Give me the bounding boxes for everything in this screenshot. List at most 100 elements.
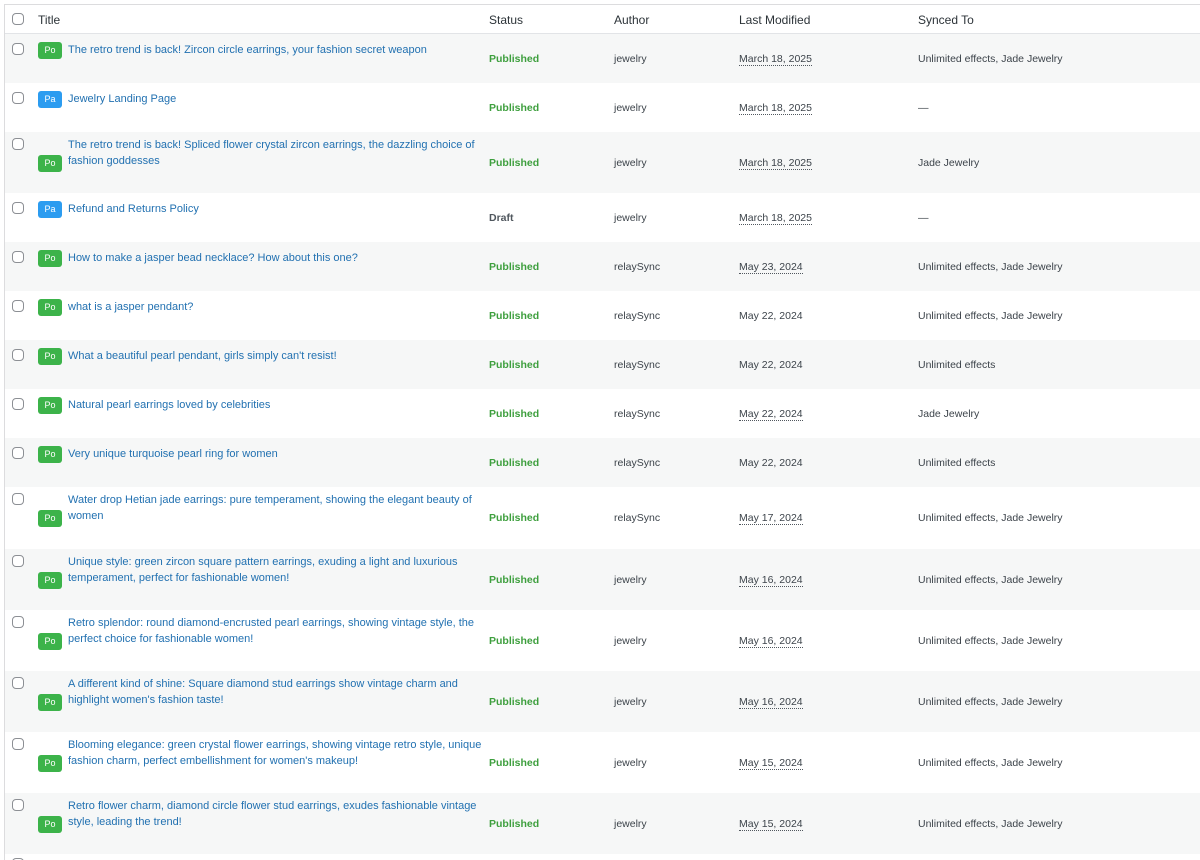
table-row: Po Very unique turquoise pearl ring for w…: [5, 438, 1200, 487]
row-checkbox[interactable]: [12, 677, 24, 689]
row-checkbox[interactable]: [12, 349, 24, 361]
column-header-last-modified[interactable]: Last Modified: [739, 13, 810, 27]
table-row: Pa Refund and Returns Policy Draft jewelry M…: [5, 193, 1200, 242]
status-badge: Published: [489, 457, 540, 469]
select-all-checkbox[interactable]: [12, 13, 24, 25]
row-checkbox[interactable]: [12, 799, 24, 811]
row-title-link[interactable]: The retro trend is back! Zircon circle e…: [68, 43, 488, 59]
row-checkbox[interactable]: [12, 398, 24, 410]
row-checkbox[interactable]: [12, 616, 24, 628]
row-checkbox[interactable]: [12, 447, 24, 459]
post-type-icon: Po: [38, 348, 62, 365]
row-title-link[interactable]: How to make a jasper bead necklace? How …: [68, 251, 488, 267]
row-author: jewelry: [614, 102, 647, 114]
post-type-icon: Po: [38, 633, 62, 650]
row-title-link[interactable]: Very unique turquoise pearl ring for wom…: [68, 447, 488, 463]
post-type-icon: Po: [38, 155, 62, 172]
row-synced-to: Unlimited effects, Jade Jewelry: [918, 574, 1063, 586]
row-title-link[interactable]: Retro flower charm, diamond circle flowe…: [68, 799, 488, 830]
row-checkbox[interactable]: [12, 493, 24, 505]
row-author: relaySync: [614, 359, 661, 371]
row-checkbox[interactable]: [12, 202, 24, 214]
row-synced-to: Unlimited effects, Jade Jewelry: [918, 261, 1063, 273]
row-last-modified: May 16, 2024: [739, 696, 803, 709]
row-checkbox[interactable]: [12, 555, 24, 567]
row-synced-to: Unlimited effects, Jade Jewelry: [918, 512, 1063, 524]
status-badge: Published: [489, 359, 540, 371]
row-last-modified: May 17, 2024: [739, 512, 803, 525]
row-title-link[interactable]: Refund and Returns Policy: [68, 202, 488, 218]
row-title-link[interactable]: Water drop Hetian jade earrings: pure te…: [68, 493, 488, 524]
status-badge: Published: [489, 102, 540, 114]
status-badge: Published: [489, 157, 540, 169]
page-type-icon: Pa: [38, 201, 62, 218]
row-last-modified: March 18, 2025: [739, 53, 812, 66]
row-title-link[interactable]: The retro trend is back! Spliced flower …: [68, 138, 488, 169]
row-author: jewelry: [614, 574, 647, 586]
post-type-icon: Po: [38, 397, 62, 414]
post-type-icon: Po: [38, 755, 62, 772]
row-synced-to: Unlimited effects, Jade Jewelry: [918, 696, 1063, 708]
row-title-link[interactable]: Retro splendor: round diamond-encrusted …: [68, 616, 488, 647]
post-type-icon: Po: [38, 816, 62, 833]
table-row: Po Blooming elegance: green crystal flowe…: [5, 732, 1200, 793]
row-title-link[interactable]: what is a jasper pendant?: [68, 300, 488, 316]
row-synced-to: Unlimited effects, Jade Jewelry: [918, 635, 1063, 647]
row-last-modified: May 23, 2024: [739, 261, 803, 274]
table-row-partial: [5, 854, 1200, 860]
row-checkbox[interactable]: [12, 92, 24, 104]
table-row: Po Natural pearl earrings loved by celebr…: [5, 389, 1200, 438]
table-header: Title Status Author Last Modified Synced…: [5, 5, 1200, 34]
row-synced-to: Unlimited effects, Jade Jewelry: [918, 757, 1063, 769]
row-last-modified: May 22, 2024: [739, 408, 803, 421]
row-title-link[interactable]: Natural pearl earrings loved by celebrit…: [68, 398, 488, 414]
row-title-link[interactable]: Unique style: green zircon square patter…: [68, 555, 488, 586]
row-synced-to: Unlimited effects: [918, 359, 996, 371]
row-synced-to: —: [918, 212, 929, 224]
row-author: jewelry: [614, 157, 647, 169]
page-type-icon: Pa: [38, 91, 62, 108]
row-synced-to: Jade Jewelry: [918, 157, 980, 169]
row-last-modified: May 15, 2024: [739, 818, 803, 831]
row-title-link[interactable]: Jewelry Landing Page: [68, 92, 488, 108]
row-title-link[interactable]: What a beautiful pearl pendant, girls si…: [68, 349, 488, 365]
row-checkbox[interactable]: [12, 138, 24, 150]
row-checkbox[interactable]: [12, 738, 24, 750]
row-synced-to: Jade Jewelry: [918, 408, 980, 420]
row-author: jewelry: [614, 818, 647, 830]
row-synced-to: Unlimited effects, Jade Jewelry: [918, 53, 1063, 65]
status-badge: Published: [489, 310, 540, 322]
row-title-link[interactable]: Blooming elegance: green crystal flower …: [68, 738, 488, 769]
row-last-modified: May 22, 2024: [739, 310, 803, 322]
table-row: Po what is a jasper pendant? Published rela…: [5, 291, 1200, 340]
row-last-modified: March 18, 2025: [739, 157, 812, 170]
post-type-icon: Po: [38, 299, 62, 316]
column-header-status[interactable]: Status: [489, 13, 523, 27]
row-last-modified: May 22, 2024: [739, 359, 803, 371]
row-title-link[interactable]: A different kind of shine: Square diamon…: [68, 677, 488, 708]
row-checkbox[interactable]: [12, 43, 24, 55]
row-author: jewelry: [614, 757, 647, 769]
column-header-author[interactable]: Author: [614, 13, 649, 27]
row-synced-to: Unlimited effects, Jade Jewelry: [918, 818, 1063, 830]
row-author: jewelry: [614, 696, 647, 708]
row-author: jewelry: [614, 635, 647, 647]
post-type-icon: Po: [38, 572, 62, 589]
table-row: Po The retro trend is back! Zircon circle…: [5, 34, 1200, 83]
row-last-modified: May 16, 2024: [739, 574, 803, 587]
column-header-title[interactable]: Title: [38, 13, 60, 27]
post-type-icon: Po: [38, 694, 62, 711]
status-badge: Published: [489, 757, 540, 769]
row-author: relaySync: [614, 408, 661, 420]
row-checkbox[interactable]: [12, 300, 24, 312]
status-badge: Draft: [489, 212, 514, 224]
column-header-synced-to[interactable]: Synced To: [918, 13, 974, 27]
row-synced-to: Unlimited effects: [918, 457, 996, 469]
posts-table: Title Status Author Last Modified Synced…: [4, 4, 1200, 860]
status-badge: Published: [489, 574, 540, 586]
post-type-icon: Po: [38, 42, 62, 59]
table-row: Po Water drop Hetian jade earrings: pure …: [5, 487, 1200, 549]
status-badge: Published: [489, 512, 540, 524]
row-checkbox[interactable]: [12, 251, 24, 263]
table-row: Po Retro flower charm, diamond circle flo…: [5, 793, 1200, 854]
